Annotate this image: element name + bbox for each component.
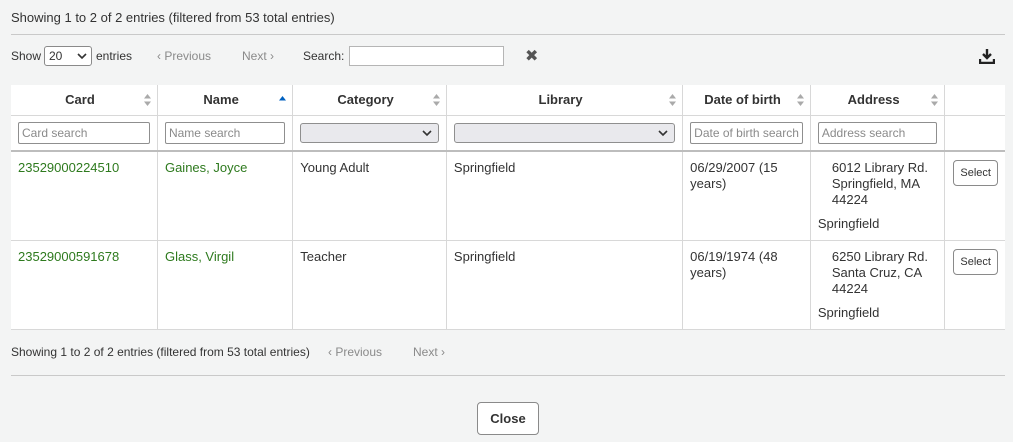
dob-cell: 06/19/1974 (48 years) [682,240,811,330]
address-line: 6012 Library Rd. [831,160,928,175]
column-header-library[interactable]: Library [446,85,684,115]
entries-label: entries [96,49,133,63]
sort-icon [143,94,151,106]
card-number-link[interactable]: 23529000224510 [18,160,119,175]
chevron-down-icon [658,130,668,136]
address-search-input[interactable]: Address search [817,121,938,144]
column-header-dob[interactable]: Date of birth [682,85,811,115]
table-controls: Show 20 entries ‹ Previous Next › Search… [11,46,1005,68]
address-line: 44224 [831,281,869,296]
download-icon[interactable] [979,48,995,64]
search-label: Search: [303,49,345,63]
close-button[interactable]: Close [477,402,539,435]
address-library: Springfield [817,216,880,231]
chevron-down-icon [422,130,432,136]
name-search-input[interactable]: Name search [164,121,286,144]
page-size-value: 20 [49,49,63,63]
address-library: Springfield [817,305,880,320]
card-search-input[interactable]: Card search [18,121,150,144]
previous-page-link[interactable]: ‹ Previous [328,344,382,360]
table-row: 23529000224510 Gaines, Joyce Young Adult… [11,151,1005,241]
chevron-right-icon: › [441,345,446,359]
clear-filter-icon[interactable]: ✖ [525,47,538,67]
library-filter-select[interactable] [453,122,676,143]
filter-row: Card search Name search Date of birth se… [11,114,1005,152]
column-header-actions [945,85,1005,115]
address-cell: 6012 Library Rd. Springfield, MA 44224 S… [810,151,946,241]
divider-top [11,34,1005,35]
column-header-name[interactable]: Name [157,85,294,115]
sort-icon [432,94,440,106]
results-table: Card Name Category Library Date of birth… [11,85,1005,330]
dob-search-input[interactable]: Date of birth search [690,121,803,144]
address-line: Springfield, MA [831,176,921,191]
sort-icon [931,94,939,106]
divider-bottom [11,375,1005,376]
address-line: 6250 Library Rd. [831,249,928,264]
search-input[interactable] [349,46,504,66]
patron-name-link[interactable]: Glass, Virgil [165,249,234,264]
table-footer: Showing 1 to 2 of 2 entries (filtered fr… [11,344,611,360]
next-page-link[interactable]: Next › [413,344,445,360]
category-cell: Young Adult [292,151,447,241]
dob-cell: 06/29/2007 (15 years) [682,151,811,241]
show-label: Show [11,49,42,63]
patron-name-link[interactable]: Gaines, Joyce [165,160,247,175]
column-header-card[interactable]: Card [11,85,158,115]
previous-page-link[interactable]: ‹ Previous [157,46,211,66]
select-button[interactable]: Select [953,249,998,275]
page-size-select[interactable]: 20 [44,46,92,66]
column-header-category[interactable]: Category [292,85,447,115]
sort-icon [796,94,804,106]
library-cell: Springfield [446,240,684,330]
chevron-left-icon: ‹ [328,345,332,359]
table-row: 23529000591678 Glass, Virgil Teacher Spr… [11,240,1005,330]
card-number-link[interactable]: 23529000591678 [18,249,119,264]
sort-icon [669,94,677,106]
address-line: 44224 [831,192,869,207]
address-cell: 6250 Library Rd. Santa Cruz, CA 44224 Sp… [810,240,946,330]
sort-ascending-icon [279,96,287,101]
chevron-left-icon: ‹ [157,49,161,63]
category-cell: Teacher [292,240,447,330]
select-button[interactable]: Select [953,160,998,186]
library-cell: Springfield [446,151,684,241]
category-filter-select[interactable] [300,122,439,143]
chevron-down-icon [77,53,87,60]
address-line: Santa Cruz, CA [831,265,923,280]
column-header-address[interactable]: Address [810,85,946,115]
table-info-bottom: Showing 1 to 2 of 2 entries (filtered fr… [11,345,310,359]
table-info-top: Showing 1 to 2 of 2 entries (filtered fr… [11,10,335,25]
next-page-link[interactable]: Next › [242,46,274,66]
chevron-right-icon: › [270,49,275,63]
